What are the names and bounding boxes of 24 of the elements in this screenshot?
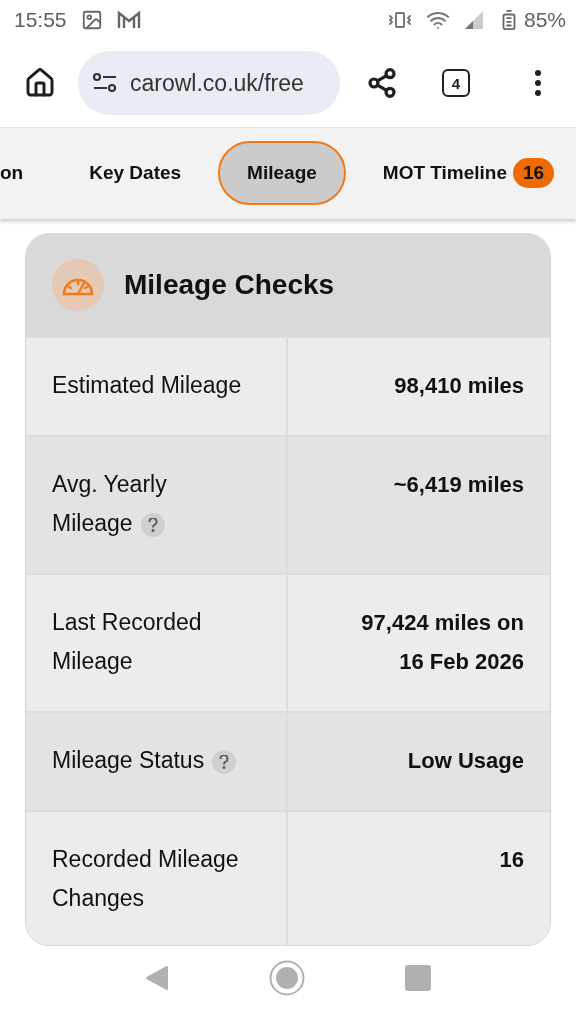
count-badge: 16 [513,158,555,189]
image-icon [80,8,103,31]
address-bar[interactable]: carowl.co.uk/free [78,51,340,116]
url-text: carowl.co.uk/free [130,69,304,97]
signal-icon [463,9,484,30]
section-tab[interactable]: on [0,141,53,206]
section-tab[interactable]: Key Dates [60,141,211,206]
value-cell-text: 16 [498,846,525,875]
value-cell-text: ~6,419 miles [392,471,525,500]
battery-percent: 85% [523,7,566,32]
menu-icon [535,70,541,97]
mail-icon [116,9,141,30]
help-icon[interactable] [212,750,237,775]
card-title: Mileage Checks [124,269,335,302]
help-icon[interactable] [140,513,165,538]
section-tab[interactable]: MOT Timeline 16 [353,141,576,206]
tune-icon [92,72,118,95]
clock: 15:55 [14,7,67,32]
value-cell-text: 98,410 miles [393,372,525,401]
value-cell-text: 97,424 miles on 16 Feb 2026 [360,609,525,677]
section-tab[interactable]: Mileage [218,141,346,206]
label-cell: Recorded Mileage Changes [26,812,288,946]
tab-count-button[interactable]: 4 [442,69,470,98]
value-cell-text: Low Usage [406,747,525,776]
